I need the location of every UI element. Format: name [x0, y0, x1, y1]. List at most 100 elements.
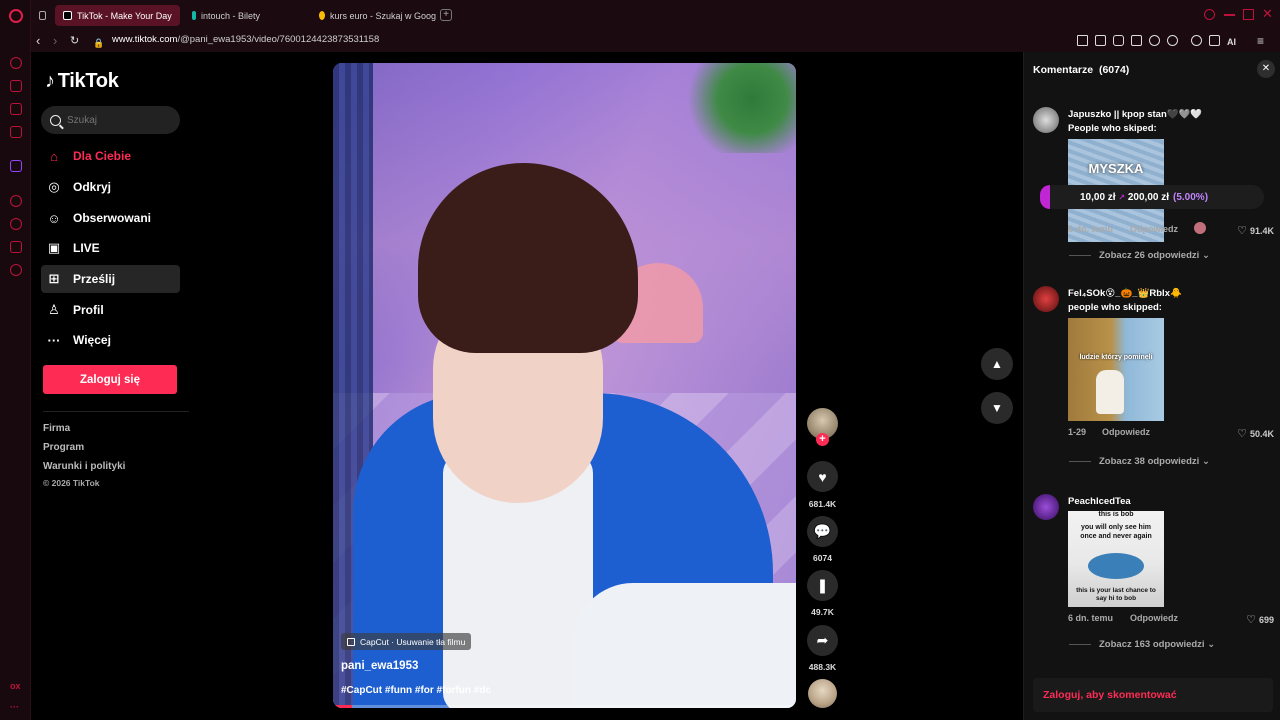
twitch-icon[interactable] [10, 160, 22, 172]
opera-logo[interactable] [9, 9, 23, 23]
tab-google[interactable]: kurs euro - Szukaj w Goog [311, 5, 436, 26]
copyright: © 2026 TikTok [43, 478, 100, 488]
comment-username[interactable]: PeachIcedTea [1068, 496, 1131, 507]
comment-username[interactable]: Fel₄SOk😵_🎃_👑Rblx🐥 [1068, 288, 1182, 299]
share-count: 488.3K [808, 662, 837, 672]
comment-avatar[interactable] [1033, 286, 1059, 312]
price-overlay: 10,00 zł ↗ 200,00 zł (5.00%) [1040, 185, 1264, 209]
nav-following[interactable]: ☺ Obserwowani [41, 204, 180, 232]
nav-live[interactable]: ▣ LIVE [41, 234, 180, 262]
more-icon[interactable]: ··· [10, 702, 19, 712]
chevron-up-icon: ▲ [991, 357, 1003, 371]
like-button[interactable]: ♥ [807, 461, 838, 492]
next-video-button[interactable]: ▼ [981, 392, 1013, 424]
search-box[interactable] [41, 106, 180, 134]
video-progress-bar[interactable] [333, 705, 796, 708]
aria-icon[interactable] [10, 57, 22, 69]
new-tab-button[interactable]: + [440, 9, 452, 21]
nav-more[interactable]: ··· Więcej [41, 326, 180, 354]
search-input[interactable] [67, 114, 167, 126]
comment-button[interactable]: 💬 [807, 516, 838, 547]
ai-button[interactable]: AI [1227, 35, 1236, 49]
profile-icon[interactable] [1191, 35, 1202, 46]
translate-icon[interactable] [1131, 35, 1142, 46]
pin-icon[interactable] [1077, 35, 1088, 46]
tab-intouch[interactable]: intouch - Bilety [184, 5, 309, 26]
chevron-down-icon: ⌄ [1207, 639, 1216, 650]
video-author[interactable]: pani_ewa1953 [341, 660, 418, 672]
comment-text: People who skiped: [1068, 123, 1157, 134]
comment-like[interactable]: ♡ 699 [1246, 613, 1274, 626]
login-to-comment-button[interactable]: Zaloguj, aby skomentować [1033, 678, 1273, 712]
history-icon[interactable] [10, 218, 22, 230]
share-button[interactable]: ➦ [807, 625, 838, 656]
nav-profile[interactable]: ♙ Profil [41, 296, 180, 324]
gx-label: ox [10, 681, 21, 691]
share-icon: ➦ [816, 632, 829, 648]
video-hashtags[interactable]: #CapCut #funn #for #forfun #dc [341, 685, 491, 696]
video-player[interactable]: CapCut · Usuwanie tła filmu pani_ewa1953… [333, 63, 796, 708]
address-bar: ‹ › ↻ 🔒 www.tiktok.com/@pani_ewa1953/vid… [31, 30, 1280, 52]
close-comments-button[interactable]: ✕ [1257, 60, 1275, 78]
snapshot-icon[interactable] [1095, 35, 1106, 46]
divider [43, 411, 189, 412]
footer-link-terms[interactable]: Warunki i polityki [43, 461, 125, 472]
music-disc-avatar[interactable] [808, 679, 837, 708]
comment-like[interactable]: ♡ 50.4K [1237, 427, 1274, 440]
instagram-icon[interactable] [10, 126, 22, 138]
back-icon[interactable]: ‹ [36, 34, 40, 48]
view-replies-button[interactable]: Zobacz 38 odpowiedzi ⌄ [1069, 456, 1210, 467]
tiktok-logo[interactable]: ♪ TikTok [45, 70, 119, 93]
nav-upload[interactable]: ⊞ Prześlij [41, 265, 180, 293]
play-icon[interactable] [1149, 35, 1160, 46]
heart-outline-icon: ♡ [1237, 428, 1247, 440]
minimize-button[interactable] [1224, 14, 1235, 16]
comments-panel: Komentarze (6074) ✕ Japuszko || kpop sta… [1023, 52, 1280, 720]
adblock-icon[interactable] [1113, 35, 1124, 46]
download-icon[interactable] [1209, 35, 1220, 46]
chevron-down-icon: ▼ [991, 401, 1003, 415]
previous-video-button[interactable]: ▲ [981, 348, 1013, 380]
send-icon[interactable] [10, 241, 22, 253]
menu-icon[interactable]: ≡ [1257, 34, 1264, 48]
compass-icon: ◎ [48, 179, 60, 194]
comment-avatar[interactable] [1033, 494, 1059, 520]
maximize-button[interactable] [1243, 9, 1254, 20]
comment-image[interactable]: this is bob you will only see him once a… [1068, 511, 1164, 607]
search-tabs-icon[interactable] [1204, 9, 1215, 20]
tab-menu-icon[interactable] [31, 5, 51, 26]
comment-username[interactable]: Japuszko || kpop stan🖤🩶🤍 [1068, 109, 1202, 120]
footer-link-program[interactable]: Program [43, 442, 84, 453]
heart-icon[interactable] [1167, 35, 1178, 46]
close-window-button[interactable]: ✕ [1262, 7, 1273, 20]
reply-button[interactable]: Odpowiedz [1130, 224, 1178, 234]
capcut-badge[interactable]: CapCut · Usuwanie tła filmu [341, 633, 472, 650]
comment-image[interactable]: ludzie którzy pominęli [1068, 318, 1164, 421]
nav-explore[interactable]: ◎ Odkryj [41, 173, 180, 201]
forward-icon[interactable]: › [53, 34, 57, 48]
follow-button[interactable]: + [816, 433, 829, 446]
comment-like[interactable]: ♡ 91.4K [1237, 224, 1274, 237]
footer-link-company[interactable]: Firma [43, 423, 70, 434]
reply-button[interactable]: Odpowiedz [1130, 613, 1178, 623]
save-button[interactable]: ❚ [807, 570, 838, 601]
workspace-icon[interactable] [10, 80, 22, 92]
login-button[interactable]: Zaloguj się [43, 365, 177, 394]
capcut-icon [347, 637, 355, 646]
player-icon[interactable] [10, 195, 22, 207]
tab-bar: TikTok - Make Your Day intouch - Bilety … [31, 0, 1280, 30]
nav-for-you[interactable]: ⌂ Dla Ciebie [41, 142, 180, 170]
view-replies-button[interactable]: Zobacz 163 odpowiedzi ⌄ [1069, 639, 1215, 650]
tv-icon: ▣ [47, 240, 61, 255]
reload-icon[interactable]: ↻ [70, 34, 79, 48]
chevron-down-icon: ⌄ [1201, 456, 1210, 467]
messenger-icon[interactable] [10, 103, 22, 115]
reply-button[interactable]: Odpowiedz [1102, 427, 1150, 437]
view-replies-button[interactable]: Zobacz 26 odpowiedzi ⌄ [1069, 250, 1210, 261]
tab-tiktok[interactable]: TikTok - Make Your Day [55, 5, 180, 26]
comment-avatar[interactable] [1033, 107, 1059, 133]
url-field[interactable]: www.tiktok.com/@pani_ewa1953/video/76001… [112, 34, 379, 45]
save-count: 49.7K [811, 607, 834, 617]
settings-icon[interactable] [10, 264, 22, 276]
user-follow-icon: ☺ [47, 210, 61, 226]
